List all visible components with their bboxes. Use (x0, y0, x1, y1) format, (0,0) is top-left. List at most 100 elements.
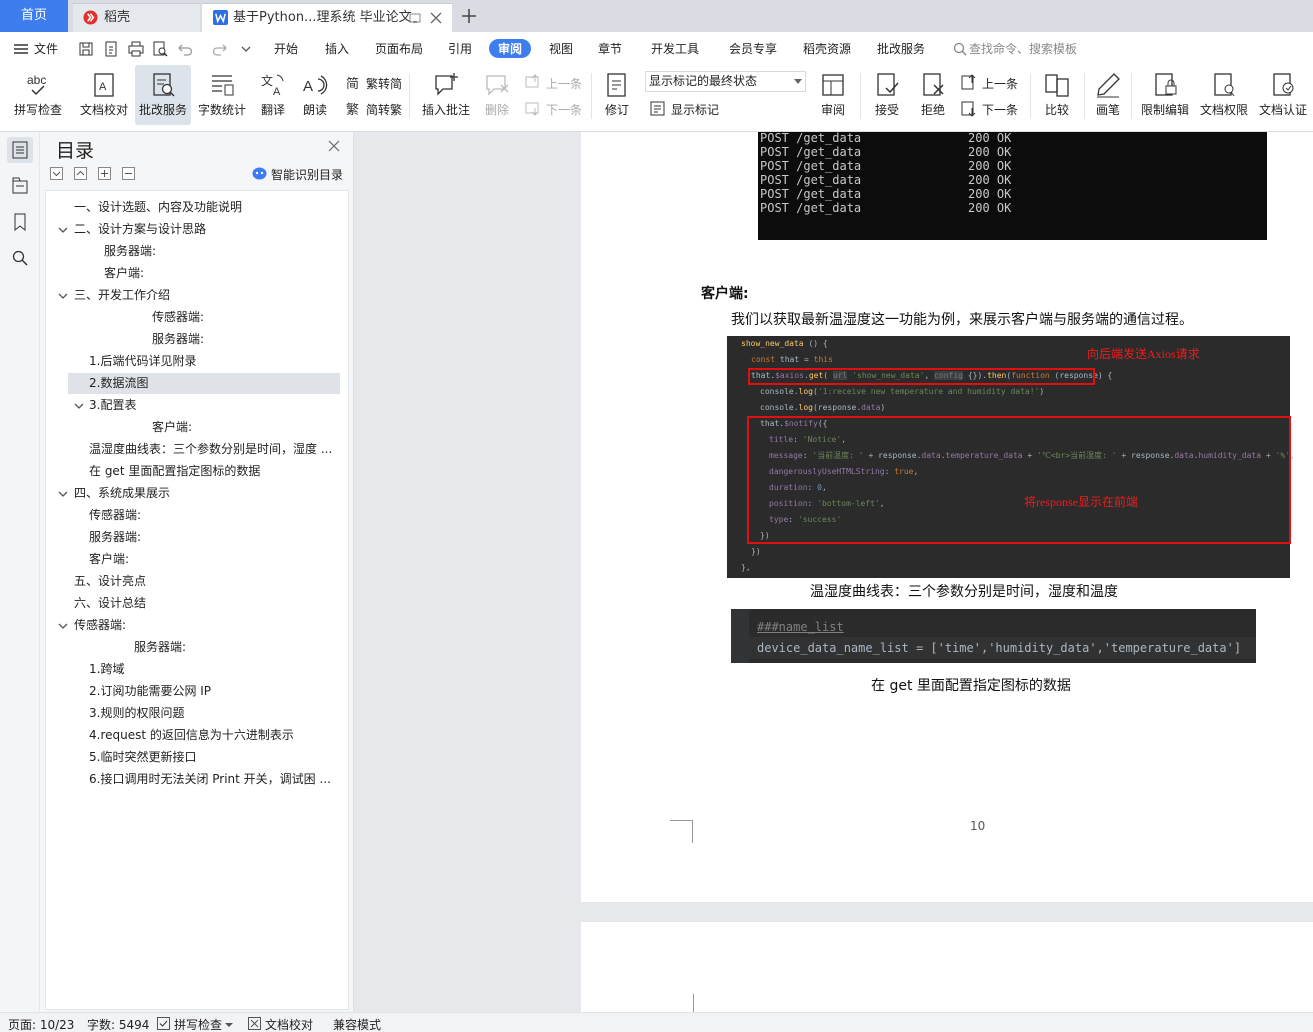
close-tab-icon[interactable] (428, 10, 444, 26)
markup-state-select[interactable]: 显示标记的最终状态 (645, 71, 806, 92)
compare-button[interactable]: 比较 (1036, 65, 1078, 125)
toc-panel-button[interactable] (7, 137, 33, 163)
toc-item[interactable]: 在 get 里面配置指定图标的数据 (68, 461, 340, 482)
toc-item[interactable]: 传感器端: (68, 505, 340, 526)
undo-icon[interactable] (177, 41, 193, 57)
toc-list[interactable]: 一、设计选题、内容及功能说明 二、设计方案与设计思路 服务器端: 客户端: 三、开发工作… (45, 190, 349, 1010)
toc-item[interactable]: 客户端: (68, 549, 340, 570)
correction-service-icon (153, 73, 175, 97)
menu-correction[interactable]: 批改服务 (877, 40, 925, 57)
toc-item[interactable]: 客户端: (68, 417, 340, 438)
toc-item[interactable]: 一、设计选题、内容及功能说明 (68, 197, 340, 218)
chevron-down-icon[interactable] (58, 227, 68, 233)
menu-member[interactable]: 会员专享 (729, 40, 777, 57)
chevron-down-icon[interactable] (58, 623, 68, 629)
translate-button[interactable]: 文A 翻译 (252, 65, 294, 125)
toc-item[interactable]: 3.配置表 (68, 395, 340, 416)
delete-comment-button[interactable]: 删除 (477, 65, 517, 125)
spellcheck-label: 拼写检查 (13, 103, 62, 117)
reject-button[interactable]: 拒绝 (912, 65, 954, 125)
wordcount-button[interactable]: 字数统计 (194, 65, 250, 125)
doccheck-button[interactable]: A 文档校对 (74, 65, 134, 125)
save-icon[interactable] (78, 41, 94, 57)
pen-button[interactable]: 画笔 (1090, 65, 1126, 125)
quick-access-dropdown-icon[interactable] (238, 41, 254, 57)
hamburger-menu-icon[interactable] (13, 41, 29, 57)
menu-file[interactable]: 文件 (34, 40, 58, 57)
toc-item[interactable]: 1.后端代码详见附录 (68, 351, 340, 372)
toc-item[interactable]: 五、设计亮点 (68, 571, 340, 592)
tab-daoke[interactable]: 稻壳 (73, 3, 200, 32)
chevron-down-icon[interactable] (58, 491, 68, 497)
track-changes-button[interactable]: 修订 (598, 65, 636, 125)
toc-item[interactable]: 5.临时突然更新接口 (68, 747, 340, 768)
chapter-panel-button[interactable] (7, 173, 33, 199)
menu-review[interactable]: 审阅 (489, 39, 532, 58)
menu-chapter[interactable]: 章节 (598, 40, 622, 57)
toc-item[interactable]: 服务器端: (68, 527, 340, 548)
print-preview-icon[interactable] (152, 41, 168, 57)
chevron-down-icon[interactable] (74, 403, 84, 409)
menu-view[interactable]: 视图 (549, 40, 573, 57)
doc-cert-button[interactable]: 文档认证 (1254, 65, 1312, 125)
redo-icon[interactable] (212, 41, 228, 57)
insert-comment-button[interactable]: 插入批注 (418, 65, 474, 125)
menu-reference[interactable]: 引用 (448, 40, 472, 57)
print-icon[interactable] (128, 41, 144, 57)
collapse-all-icon[interactable] (50, 167, 63, 180)
chevron-down-icon[interactable] (58, 293, 68, 299)
expand-all-icon[interactable] (98, 167, 111, 180)
page-indicator[interactable]: 页面: 10/23 (8, 1016, 74, 1032)
toc-item[interactable]: 6.接口调用时无法关闭 Print 开关，调试困 ... (68, 769, 340, 790)
toc-item[interactable]: 服务器端: (68, 329, 340, 350)
tab-home[interactable]: 首页 (0, 0, 68, 32)
toc-item[interactable]: 二、设计方案与设计思路 (68, 219, 340, 240)
window-restore-icon[interactable] (407, 10, 423, 26)
close-icon[interactable] (328, 140, 340, 152)
toc-item[interactable]: 服务器端: (68, 637, 340, 658)
expand-up-icon[interactable] (74, 167, 87, 180)
doc-rights-button[interactable]: 文档权限 (1196, 65, 1252, 125)
toc-item[interactable]: 服务器端: (68, 241, 340, 262)
read-aloud-button[interactable]: A 朗读 (296, 65, 334, 125)
toc-item[interactable]: 传感器端: (68, 615, 340, 636)
doccheck-label: 文档校对 (79, 103, 128, 117)
menu-developer[interactable]: 开发工具 (651, 40, 699, 57)
word-count-indicator[interactable]: 字数: 5494 (87, 1016, 149, 1032)
correction-button[interactable]: 批改服务 (135, 65, 191, 125)
menu-page-layout[interactable]: 页面布局 (375, 40, 423, 57)
toc-item[interactable]: 四、系统成果展示 (68, 483, 340, 504)
toc-item[interactable]: 4.request 的返回信息为十六进制表示 (68, 725, 340, 746)
menu-insert[interactable]: 插入 (325, 40, 349, 57)
collapse-icon[interactable] (122, 167, 135, 180)
export-pdf-icon[interactable] (103, 41, 119, 57)
spellcheck-button[interactable]: abc 拼写检查 (6, 65, 70, 125)
toc-item[interactable]: 客户端: (68, 263, 340, 284)
new-tab-icon[interactable] (460, 7, 478, 25)
chevron-down-icon[interactable] (225, 1021, 233, 1029)
toc-item[interactable]: 三、开发工作介绍 (68, 285, 340, 306)
tab-document[interactable]: 基于Python...理系统 毕业论文 (202, 3, 452, 32)
review-pane-button[interactable]: 审阅 (812, 65, 854, 125)
toc-item[interactable]: 温湿度曲线表：三个参数分别是时间，湿度 ... (68, 439, 340, 460)
restrict-edit-button[interactable]: 限制编辑 (1137, 65, 1193, 125)
menu-daoke-resources[interactable]: 稻壳资源 (803, 40, 851, 57)
toc-item[interactable]: 传感器端: (68, 307, 340, 328)
menu-start[interactable]: 开始 (274, 40, 298, 57)
command-search-input[interactable]: 查找命令、搜索模板 (969, 40, 1077, 57)
document-page[interactable] (581, 922, 1313, 1012)
bookmark-panel-button[interactable] (7, 209, 33, 235)
spellcheck-toggle[interactable]: 拼写检查 (174, 1016, 222, 1032)
smart-toc-label: 智能识别目录 (271, 168, 344, 182)
toc-item[interactable]: 2.数据流图 (68, 373, 340, 394)
accept-button[interactable]: 接受 (866, 65, 908, 125)
trad-to-simp-label: 繁转简 (366, 77, 403, 91)
toc-item[interactable]: 六、设计总结 (68, 593, 340, 614)
find-panel-button[interactable] (7, 245, 33, 271)
toc-item[interactable]: 1.跨域 (68, 659, 340, 680)
proofread-toggle[interactable]: 文档校对 (265, 1016, 313, 1032)
toc-item[interactable]: 2.订阅功能需要公网 IP (68, 681, 340, 702)
doc-rights-label: 文档权限 (1199, 103, 1248, 117)
toc-item[interactable]: 3.规则的权限问题 (68, 703, 340, 724)
document-page[interactable]: POST /get_data 200 OK POST /get_data 200 OK… (581, 132, 1313, 902)
